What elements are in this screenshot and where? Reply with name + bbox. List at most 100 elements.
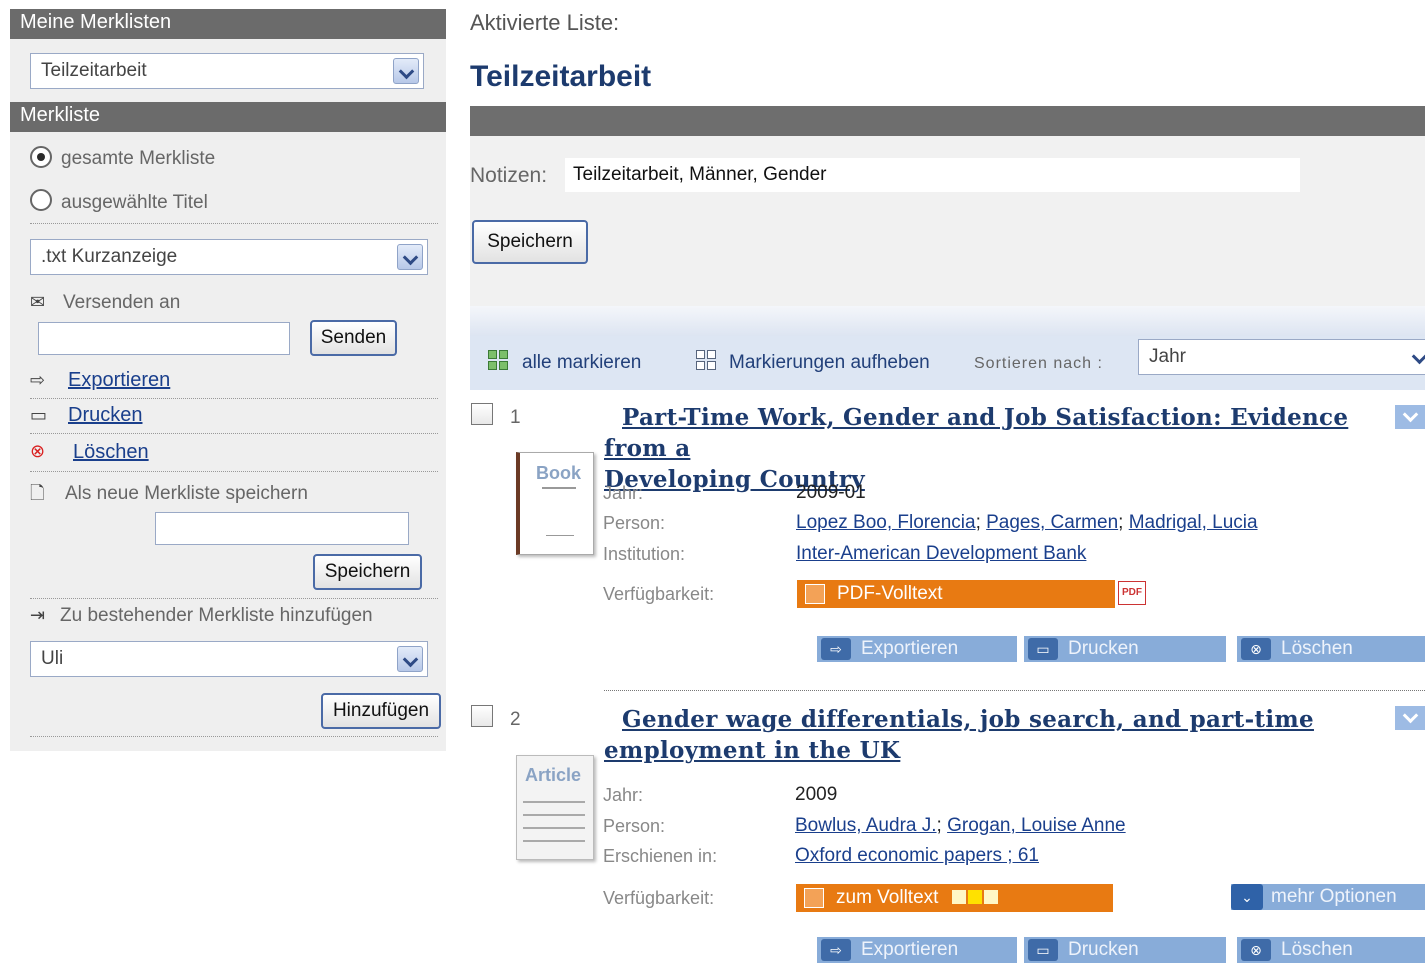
person-list: Bowlus, Audra J.; Grogan, Louise Anne (795, 815, 1126, 836)
export-icon: ⇨ (821, 638, 851, 660)
person-label: Person: (603, 513, 666, 533)
divider (30, 223, 438, 224)
person-link[interactable]: Pages, Carmen (986, 512, 1118, 533)
cover-line (523, 827, 585, 829)
delete-link[interactable]: Löschen (73, 441, 149, 464)
published-in-value: Oxford economic papers ; 61 (795, 845, 1039, 867)
cover-type-label: Article (525, 765, 582, 785)
cover-line (523, 801, 585, 803)
unmark-link[interactable]: Markierungen aufheben (729, 352, 930, 374)
send-email-input[interactable] (38, 322, 290, 355)
list-select[interactable]: Teilzeitarbeit (30, 53, 424, 89)
person-link[interactable]: Lopez Boo, Florencia (796, 512, 976, 533)
chevron-down-icon[interactable] (397, 244, 423, 270)
result-title-line1[interactable]: Part-Time Work, Gender and Job Satisfact… (604, 404, 1348, 462)
traffic-light-icon (951, 890, 966, 904)
institution-value: Inter-American Development Bank (796, 543, 1086, 565)
mark-all-icon (488, 350, 508, 370)
notes-panel: Notizen: Teilzeitarbeit, Männer, Gender … (470, 136, 1425, 306)
divider (30, 398, 438, 399)
format-select[interactable]: .txt Kurzanzeige (30, 239, 428, 275)
fulltext-button[interactable]: zum Volltext (796, 884, 1113, 912)
result-title[interactable]: Part-Time Work, Gender and Job Satisfact… (604, 402, 1384, 495)
radio-all-label: gesamte Merkliste (61, 148, 216, 169)
existing-list-select[interactable]: Uli (30, 641, 428, 677)
pdf-icon: PDF (1118, 581, 1146, 605)
availability-label: Verfügbarkeit: (603, 584, 715, 604)
sort-label: Sortieren nach : (974, 355, 1103, 372)
send-button[interactable]: Senden (310, 320, 397, 356)
save-new-list-button[interactable]: Speichern (313, 554, 422, 590)
cover-type-label: Book (536, 463, 581, 483)
result-title-line1[interactable]: Gender wage differentials, job search, a… (622, 706, 1314, 733)
result-print-label: Drucken (1068, 638, 1139, 659)
pdf-fulltext-button[interactable]: PDF-Volltext (797, 580, 1115, 608)
chevron-down-icon[interactable] (393, 58, 419, 84)
chevron-down-icon[interactable] (1395, 706, 1425, 730)
fulltext-label: zum Volltext (836, 887, 939, 908)
printer-icon: ▭ (1028, 939, 1058, 961)
active-list-label: Aktivierte Liste: (470, 10, 620, 35)
cover-line (542, 487, 576, 489)
result-title-line2[interactable]: employment in the UK (604, 737, 900, 764)
result-export-button[interactable]: ⇨ Exportieren (817, 937, 1017, 963)
result-delete-label: Löschen (1281, 939, 1353, 960)
notes-input[interactable]: Teilzeitarbeit, Männer, Gender (565, 158, 1300, 192)
published-in-link[interactable]: Oxford economic papers ; 61 (795, 845, 1039, 866)
format-select-value: .txt Kurzanzeige (41, 246, 178, 267)
print-link[interactable]: Drucken (68, 404, 142, 427)
result-print-button[interactable]: ▭ Drucken (1024, 636, 1226, 662)
chevron-down-icon[interactable] (397, 646, 423, 672)
document-icon (804, 888, 824, 908)
chevron-down-icon: ⌄ (1231, 884, 1263, 910)
result-number: 1 (510, 407, 521, 428)
export-link[interactable]: Exportieren (68, 369, 170, 392)
mark-all-link[interactable]: alle markieren (522, 352, 641, 374)
person-label: Person: (603, 816, 666, 836)
result-divider (604, 690, 1425, 691)
divider (30, 736, 438, 737)
sort-select[interactable]: Jahr (1138, 339, 1425, 375)
result-export-button[interactable]: ⇨ Exportieren (817, 636, 1017, 662)
notes-label: Notizen: (470, 164, 548, 187)
more-options-button[interactable]: ⌄ mehr Optionen (1231, 884, 1425, 910)
export-icon: ⇨ (30, 370, 46, 390)
chevron-down-icon[interactable] (1407, 344, 1425, 370)
toolbar-top-band (470, 306, 1425, 336)
page-title: Teilzeitarbeit (470, 60, 652, 93)
add-to-list-icon: ⇥ (30, 605, 46, 625)
person-link[interactable]: Bowlus, Audra J. (795, 815, 937, 836)
result-checkbox[interactable] (471, 403, 493, 425)
save-notes-button[interactable]: Speichern (472, 220, 588, 264)
radio-all-list[interactable] (30, 146, 52, 168)
more-options-label: mehr Optionen (1271, 886, 1397, 907)
person-link[interactable]: Grogan, Louise Anne (947, 815, 1126, 836)
radio-selected-titles[interactable] (30, 189, 52, 211)
export-icon: ⇨ (821, 939, 851, 961)
divider (30, 598, 438, 599)
cover-line (523, 814, 585, 816)
printer-icon: ▭ (1028, 638, 1058, 660)
add-to-list-button[interactable]: Hinzufügen (321, 693, 441, 729)
result-title[interactable]: Gender wage differentials, job search, a… (604, 704, 1384, 766)
result-print-button[interactable]: ▭ Drucken (1024, 937, 1226, 963)
delete-icon: ⊗ (1241, 939, 1271, 961)
divider (30, 433, 438, 434)
year-label: Jahr: (603, 785, 644, 805)
person-link[interactable]: Madrigal, Lucia (1129, 512, 1258, 533)
new-list-name-input[interactable] (155, 512, 409, 545)
printer-icon: ▭ (30, 405, 48, 425)
list-select-value: Teilzeitarbeit (41, 60, 147, 81)
results-toolbar: alle markieren Markierungen aufheben Sor… (470, 336, 1425, 390)
institution-link[interactable]: Inter-American Development Bank (796, 543, 1086, 564)
result-delete-button[interactable]: ⊗ Löschen (1237, 636, 1425, 662)
result-delete-label: Löschen (1281, 638, 1353, 659)
result-checkbox[interactable] (471, 705, 493, 727)
person-list: Lopez Boo, Florencia; Pages, Carmen; Mad… (796, 512, 1258, 533)
merklisten-sidebar: Meine Merklisten Teilzeitarbeit Merklist… (10, 9, 446, 751)
result-delete-button[interactable]: ⊗ Löschen (1237, 937, 1425, 963)
result-export-label: Exportieren (861, 939, 959, 960)
list-header: Merkliste (10, 102, 446, 132)
book-cover-icon: Book (516, 452, 594, 555)
chevron-down-icon[interactable] (1395, 405, 1425, 429)
